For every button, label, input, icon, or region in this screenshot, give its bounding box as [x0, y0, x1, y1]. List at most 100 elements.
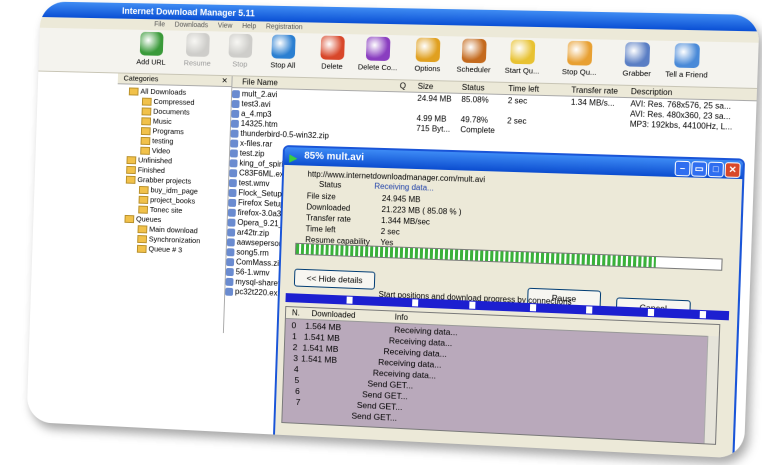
- category-unfinished[interactable]: Unfinished: [126, 155, 172, 165]
- toolbar-button-grabber[interactable]: Grabber: [614, 41, 661, 79]
- column-header-status[interactable]: Status: [462, 83, 485, 93]
- stop-icon: [228, 33, 253, 58]
- conn-column-n-[interactable]: N.: [292, 308, 300, 317]
- toolbar-button-stop-all[interactable]: Stop All: [261, 34, 305, 70]
- field-value: 21.223 MB ( 85.08 % ): [381, 204, 462, 217]
- connection-gap: [412, 299, 419, 307]
- toolbar-button-stop-queue[interactable]: Stop Qu...: [556, 40, 602, 78]
- category-video[interactable]: Video: [140, 146, 170, 156]
- minimize-button[interactable]: –: [674, 160, 691, 177]
- category-label: project_books: [150, 195, 196, 206]
- close-button[interactable]: ✕: [724, 162, 741, 178]
- toolbar-button-label: Scheduler: [456, 64, 491, 75]
- download-name: song5.rm: [236, 247, 270, 258]
- file-icon: [227, 228, 236, 237]
- toolbar-button-stop[interactable]: Stop: [218, 33, 262, 69]
- file-icon: [225, 277, 234, 287]
- column-header-time-left[interactable]: Time left: [508, 84, 539, 94]
- category-programs[interactable]: Programs: [140, 126, 184, 136]
- download-name: mult_2.avi: [241, 89, 278, 100]
- download-status: 85.08%: [461, 94, 489, 105]
- menu-item-registration[interactable]: Registration: [266, 24, 303, 32]
- menu-item-help[interactable]: Help: [242, 23, 256, 30]
- toolbar-button-label: Stop Qu...: [561, 67, 597, 77]
- category-queue-3[interactable]: Queue # 3: [136, 244, 182, 255]
- category-compressed[interactable]: Compressed: [141, 97, 195, 107]
- field-label: Transfer rate: [305, 213, 352, 224]
- download-status: 49.78%: [460, 115, 489, 125]
- column-header-transfer-rate[interactable]: Transfer rate: [571, 86, 618, 96]
- column-header-file-name[interactable]: File Name: [242, 77, 278, 87]
- connection-gap: [346, 296, 353, 304]
- field-label: File size: [306, 191, 336, 202]
- category-finished[interactable]: Finished: [126, 165, 165, 175]
- toolbar-button-label: Delete: [321, 61, 343, 71]
- connection-number: 2: [292, 342, 298, 353]
- toolbar-button-delete[interactable]: Delete: [310, 35, 355, 71]
- category-all-downloads[interactable]: All Downloads: [128, 87, 186, 97]
- categories-panel: Categories ✕ All Downloads Compressed Docu…: [109, 73, 233, 334]
- connection-info: Send GET...: [351, 410, 398, 423]
- toolbar-button-start-queue[interactable]: Start Qu...: [500, 39, 546, 76]
- field-value: Yes: [380, 237, 394, 248]
- column-header-description[interactable]: Description: [631, 87, 673, 97]
- column-header-q[interactable]: Q: [400, 81, 407, 90]
- download-name: test.wmv: [238, 178, 270, 189]
- toolbar-button-options[interactable]: Options: [405, 37, 450, 73]
- category-grabber-projects[interactable]: Grabber projects: [125, 175, 192, 186]
- category-label: Tonec site: [149, 205, 183, 215]
- category-label: Video: [151, 146, 171, 156]
- restore-button[interactable]: ▭: [691, 161, 708, 177]
- file-icon: [229, 169, 238, 178]
- download-status: Complete: [460, 125, 496, 136]
- download-time: 2 sec: [506, 116, 527, 126]
- folder-icon: [140, 146, 151, 155]
- idm-window: Internet Download Manager 5.11 File Downl…: [26, 1, 760, 459]
- toolbar-button-resume[interactable]: Resume: [176, 32, 220, 68]
- connection-number: 5: [294, 374, 300, 386]
- file-icon: [229, 149, 238, 158]
- connection-gap: [585, 306, 593, 314]
- field-label: Downloaded: [306, 202, 351, 213]
- category-music[interactable]: Music: [141, 116, 172, 126]
- file-icon: [225, 287, 234, 296]
- conn-column-downloaded[interactable]: Downloaded: [311, 309, 355, 320]
- toolbar-button-tell-a-friend[interactable]: Tell a Friend: [663, 43, 710, 80]
- connection-number: 3: [293, 353, 299, 364]
- menu-item-file[interactable]: File: [154, 21, 165, 28]
- conn-column-info[interactable]: Info: [395, 313, 409, 323]
- folder-icon: [126, 165, 136, 175]
- category-label: Unfinished: [137, 155, 173, 166]
- file-icon: [226, 248, 235, 257]
- add-url-icon: [139, 31, 164, 56]
- menu-item-view[interactable]: View: [218, 23, 233, 30]
- maximize-button[interactable]: □: [707, 161, 724, 178]
- category-queues[interactable]: Queues: [124, 214, 161, 224]
- toolbar-button-add-url[interactable]: Add URL: [130, 31, 173, 67]
- category-testing[interactable]: testing: [140, 136, 174, 146]
- download-name: ComMass.zip: [235, 257, 284, 269]
- file-icon: [230, 139, 239, 148]
- hide-details-button[interactable]: << Hide details: [293, 268, 376, 290]
- close-icon[interactable]: ✕: [221, 76, 227, 86]
- category-label: Music: [152, 116, 172, 126]
- folder-icon: [136, 244, 147, 254]
- field-label: Time left: [305, 224, 336, 235]
- connection-downloaded: 1.541 MB: [301, 353, 338, 365]
- connection-downloaded: 1.564 MB: [305, 320, 342, 333]
- toolbar-button-label: Options: [414, 63, 441, 74]
- column-header-size[interactable]: Size: [418, 82, 434, 91]
- toolbar-button-scheduler[interactable]: Scheduler: [451, 38, 497, 74]
- download-time: 2 sec: [507, 96, 528, 106]
- toolbar-button-delete-completed[interactable]: Delete Co...: [356, 36, 401, 72]
- category-tonec-site[interactable]: Tonec site: [138, 205, 182, 215]
- category-documents[interactable]: Documents: [141, 106, 190, 117]
- folder-icon: [124, 214, 135, 224]
- category-label: Grabber projects: [137, 175, 192, 186]
- connection-number: 4: [293, 364, 299, 375]
- toolbar-button-label: Stop All: [270, 60, 296, 70]
- download-progress-bar: [294, 242, 723, 271]
- menu-item-downloads[interactable]: Downloads: [175, 22, 209, 30]
- file-icon: [230, 119, 239, 128]
- connections-table: N. Downloaded Info 0 1.564 MB Receiving data…: [281, 305, 721, 445]
